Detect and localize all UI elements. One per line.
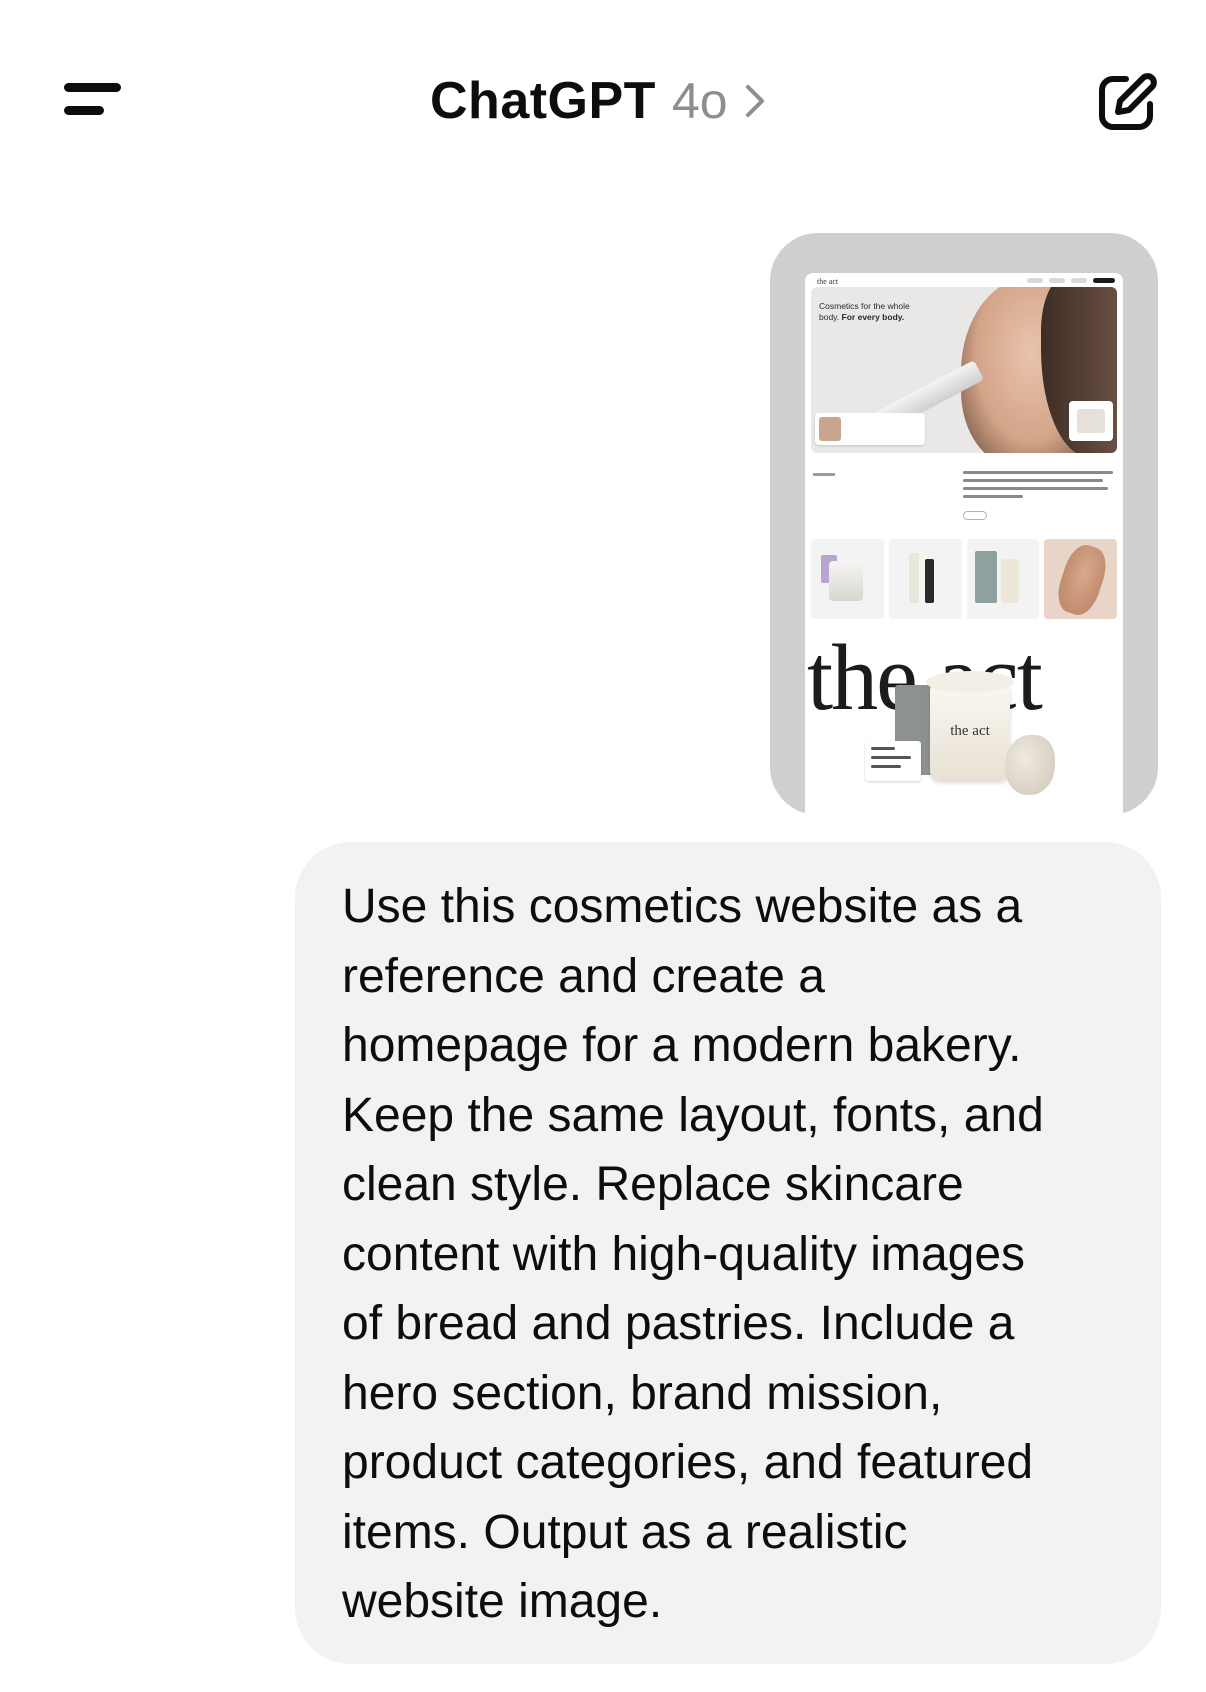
hero-product-card: [1069, 401, 1113, 441]
model-selector[interactable]: ChatGPT 4o: [430, 66, 766, 136]
hero-info-card: [815, 413, 925, 445]
product-info-card: [865, 741, 921, 781]
preview-hero: Cosmetics for the whole body. For every …: [811, 287, 1117, 453]
product-jar-image: the act: [926, 671, 1014, 781]
category-card: [1044, 539, 1117, 619]
new-chat-button[interactable]: [1094, 70, 1160, 136]
website-preview: the act Cosmetics for the whole body. Fo…: [805, 273, 1123, 815]
attached-image[interactable]: the act Cosmetics for the whole body. Fo…: [770, 233, 1158, 815]
preview-mission: [811, 471, 1117, 531]
category-card: [966, 539, 1040, 619]
jar-label: the act: [950, 723, 990, 739]
category-card: [888, 539, 962, 619]
user-message-bubble: Use this cosmetics website as a referenc…: [295, 842, 1161, 1664]
hero-line-1: Cosmetics for the whole: [819, 301, 910, 311]
preview-logo: the act: [817, 277, 839, 286]
model-name: 4o: [671, 73, 728, 129]
stone-image: [1005, 735, 1055, 795]
user-message-text: Use this cosmetics website as a referenc…: [342, 880, 1044, 1628]
sidebar-menu-button[interactable]: [52, 70, 132, 130]
chevron-right-icon: [745, 85, 764, 117]
preview-categories: [811, 539, 1117, 619]
new-chat-icon: [1099, 73, 1157, 130]
hero-line-2: body.: [819, 312, 840, 322]
chat-header: ChatGPT 4o: [0, 0, 1206, 200]
category-card: [811, 539, 884, 619]
preview-nav: [1027, 278, 1115, 283]
app-title: ChatGPT: [430, 72, 656, 130]
hero-line-2-bold: For every body.: [841, 312, 905, 322]
preview-hero-copy: Cosmetics for the whole body. For every …: [819, 301, 939, 323]
